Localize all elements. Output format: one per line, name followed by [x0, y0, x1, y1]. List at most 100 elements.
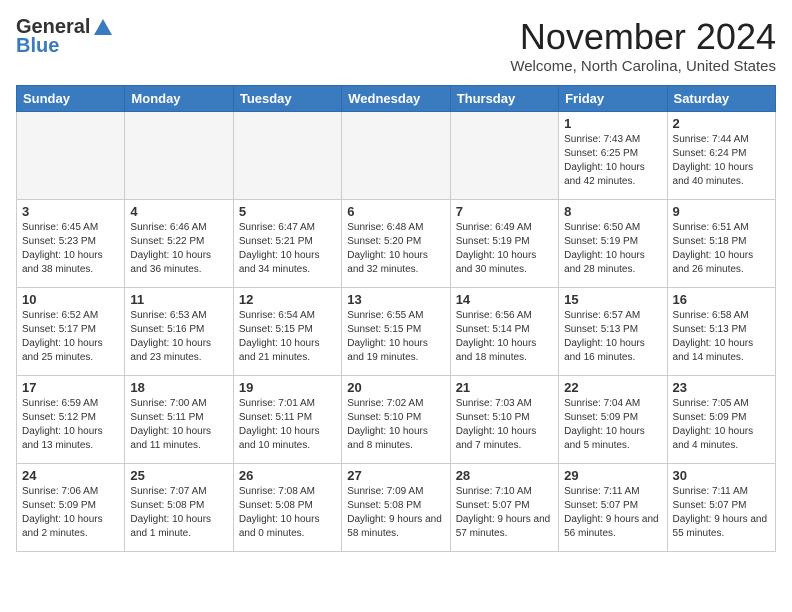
day-number: 16 — [673, 292, 770, 307]
calendar-day-cell — [342, 112, 450, 200]
calendar-day-cell: 14 Sunrise: 6:56 AM Sunset: 5:14 PM Dayli… — [450, 288, 558, 376]
day-number: 8 — [564, 204, 661, 219]
day-info: Sunrise: 6:47 AM Sunset: 5:21 PM Dayligh… — [239, 221, 336, 277]
calendar-day-cell: 1 Sunrise: 7:43 AM Sunset: 6:25 PM Daylig… — [559, 112, 667, 200]
calendar-week-row: 10 Sunrise: 6:52 AM Sunset: 5:17 PM Dayli… — [17, 288, 776, 376]
day-info: Sunrise: 6:55 AM Sunset: 5:15 PM Dayligh… — [347, 309, 444, 365]
day-number: 20 — [347, 380, 444, 395]
day-number: 2 — [673, 116, 770, 131]
day-info: Sunrise: 6:54 AM Sunset: 5:15 PM Dayligh… — [239, 309, 336, 365]
weekday-header: Sunday — [17, 86, 125, 112]
location-subtitle: Welcome, North Carolina, United States — [510, 58, 776, 75]
calendar-day-cell: 16 Sunrise: 6:58 AM Sunset: 5:13 PM Dayli… — [667, 288, 775, 376]
day-info: Sunrise: 6:56 AM Sunset: 5:14 PM Dayligh… — [456, 309, 553, 365]
calendar-day-cell: 24Sunrise: 7:06 AM Sunset: 5:09 PM Dayli… — [17, 464, 125, 552]
calendar-day-cell: 3Sunrise: 6:45 AM Sunset: 5:23 PM Daylig… — [17, 200, 125, 288]
day-info: Sunrise: 7:44 AM Sunset: 6:24 PM Dayligh… — [673, 133, 770, 189]
day-number: 19 — [239, 380, 336, 395]
weekday-header: Monday — [125, 86, 233, 112]
day-number: 24 — [22, 468, 119, 483]
day-number: 4 — [130, 204, 227, 219]
day-number: 29 — [564, 468, 661, 483]
day-info: Sunrise: 7:07 AM Sunset: 5:08 PM Dayligh… — [130, 485, 227, 541]
calendar-day-cell: 30 Sunrise: 7:11 AM Sunset: 5:07 PM Dayli… — [667, 464, 775, 552]
calendar-day-cell: 25 Sunrise: 7:07 AM Sunset: 5:08 PM Dayli… — [125, 464, 233, 552]
weekday-header: Thursday — [450, 86, 558, 112]
weekday-header: Saturday — [667, 86, 775, 112]
day-number: 9 — [673, 204, 770, 219]
calendar-day-cell: 27 Sunrise: 7:09 AM Sunset: 5:08 PM Dayli… — [342, 464, 450, 552]
day-info: Sunrise: 7:09 AM Sunset: 5:08 PM Dayligh… — [347, 485, 444, 541]
calendar-day-cell: 15 Sunrise: 6:57 AM Sunset: 5:13 PM Dayli… — [559, 288, 667, 376]
calendar-week-row: 1 Sunrise: 7:43 AM Sunset: 6:25 PM Daylig… — [17, 112, 776, 200]
logo-blue: Blue — [16, 35, 59, 58]
calendar-day-cell: 7 Sunrise: 6:49 AM Sunset: 5:19 PM Daylig… — [450, 200, 558, 288]
day-info: Sunrise: 7:03 AM Sunset: 5:10 PM Dayligh… — [456, 397, 553, 453]
day-info: Sunrise: 6:46 AM Sunset: 5:22 PM Dayligh… — [130, 221, 227, 277]
calendar-day-cell: 11 Sunrise: 6:53 AM Sunset: 5:16 PM Dayli… — [125, 288, 233, 376]
day-info: Sunrise: 7:43 AM Sunset: 6:25 PM Dayligh… — [564, 133, 661, 189]
calendar-day-cell: 13 Sunrise: 6:55 AM Sunset: 5:15 PM Dayli… — [342, 288, 450, 376]
calendar-week-row: 24Sunrise: 7:06 AM Sunset: 5:09 PM Dayli… — [17, 464, 776, 552]
day-number: 3 — [22, 204, 119, 219]
day-info: Sunrise: 7:04 AM Sunset: 5:09 PM Dayligh… — [564, 397, 661, 453]
calendar-day-cell: 9 Sunrise: 6:51 AM Sunset: 5:18 PM Daylig… — [667, 200, 775, 288]
day-info: Sunrise: 6:48 AM Sunset: 5:20 PM Dayligh… — [347, 221, 444, 277]
day-info: Sunrise: 6:49 AM Sunset: 5:19 PM Dayligh… — [456, 221, 553, 277]
calendar-day-cell: 20Sunrise: 7:02 AM Sunset: 5:10 PM Dayli… — [342, 376, 450, 464]
day-info: Sunrise: 7:11 AM Sunset: 5:07 PM Dayligh… — [673, 485, 770, 541]
day-number: 18 — [130, 380, 227, 395]
day-info: Sunrise: 6:57 AM Sunset: 5:13 PM Dayligh… — [564, 309, 661, 365]
day-number: 28 — [456, 468, 553, 483]
title-area: November 2024 Welcome, North Carolina, U… — [510, 16, 776, 75]
day-number: 30 — [673, 468, 770, 483]
calendar-day-cell — [233, 112, 341, 200]
day-info: Sunrise: 7:11 AM Sunset: 5:07 PM Dayligh… — [564, 485, 661, 541]
logo: General Blue — [16, 16, 114, 58]
weekday-header: Wednesday — [342, 86, 450, 112]
day-number: 23 — [673, 380, 770, 395]
day-number: 12 — [239, 292, 336, 307]
calendar-day-cell: 8 Sunrise: 6:50 AM Sunset: 5:19 PM Daylig… — [559, 200, 667, 288]
day-number: 21 — [456, 380, 553, 395]
day-info: Sunrise: 6:50 AM Sunset: 5:19 PM Dayligh… — [564, 221, 661, 277]
day-info: Sunrise: 7:00 AM Sunset: 5:11 PM Dayligh… — [130, 397, 227, 453]
day-number: 27 — [347, 468, 444, 483]
day-number: 11 — [130, 292, 227, 307]
calendar-day-cell — [17, 112, 125, 200]
calendar-day-cell: 18 Sunrise: 7:00 AM Sunset: 5:11 PM Dayli… — [125, 376, 233, 464]
calendar-day-cell: 29 Sunrise: 7:11 AM Sunset: 5:07 PM Dayli… — [559, 464, 667, 552]
day-info: Sunrise: 6:58 AM Sunset: 5:13 PM Dayligh… — [673, 309, 770, 365]
calendar-day-cell: 10 Sunrise: 6:52 AM Sunset: 5:17 PM Dayli… — [17, 288, 125, 376]
day-info: Sunrise: 6:52 AM Sunset: 5:17 PM Dayligh… — [22, 309, 119, 365]
day-number: 22 — [564, 380, 661, 395]
calendar-day-cell: 21 Sunrise: 7:03 AM Sunset: 5:10 PM Dayli… — [450, 376, 558, 464]
day-number: 10 — [22, 292, 119, 307]
month-title: November 2024 — [510, 16, 776, 58]
calendar-day-cell — [125, 112, 233, 200]
calendar-day-cell: 17Sunrise: 6:59 AM Sunset: 5:12 PM Dayli… — [17, 376, 125, 464]
day-number: 5 — [239, 204, 336, 219]
calendar-table: SundayMondayTuesdayWednesdayThursdayFrid… — [16, 85, 776, 552]
calendar-week-row: 17Sunrise: 6:59 AM Sunset: 5:12 PM Dayli… — [17, 376, 776, 464]
day-number: 1 — [564, 116, 661, 131]
day-number: 13 — [347, 292, 444, 307]
calendar-week-row: 3Sunrise: 6:45 AM Sunset: 5:23 PM Daylig… — [17, 200, 776, 288]
calendar-day-cell: 28 Sunrise: 7:10 AM Sunset: 5:07 PM Dayli… — [450, 464, 558, 552]
day-number: 6 — [347, 204, 444, 219]
day-number: 17 — [22, 380, 119, 395]
calendar-day-cell: 22 Sunrise: 7:04 AM Sunset: 5:09 PM Dayli… — [559, 376, 667, 464]
day-info: Sunrise: 7:01 AM Sunset: 5:11 PM Dayligh… — [239, 397, 336, 453]
day-info: Sunrise: 7:08 AM Sunset: 5:08 PM Dayligh… — [239, 485, 336, 541]
day-number: 7 — [456, 204, 553, 219]
day-info: Sunrise: 6:53 AM Sunset: 5:16 PM Dayligh… — [130, 309, 227, 365]
day-number: 26 — [239, 468, 336, 483]
calendar-day-cell: 2 Sunrise: 7:44 AM Sunset: 6:24 PM Daylig… — [667, 112, 775, 200]
day-number: 15 — [564, 292, 661, 307]
day-info: Sunrise: 7:05 AM Sunset: 5:09 PM Dayligh… — [673, 397, 770, 453]
calendar-day-cell: 23 Sunrise: 7:05 AM Sunset: 5:09 PM Dayli… — [667, 376, 775, 464]
day-info: Sunrise: 7:10 AM Sunset: 5:07 PM Dayligh… — [456, 485, 553, 541]
day-number: 14 — [456, 292, 553, 307]
day-info: Sunrise: 6:51 AM Sunset: 5:18 PM Dayligh… — [673, 221, 770, 277]
day-number: 25 — [130, 468, 227, 483]
